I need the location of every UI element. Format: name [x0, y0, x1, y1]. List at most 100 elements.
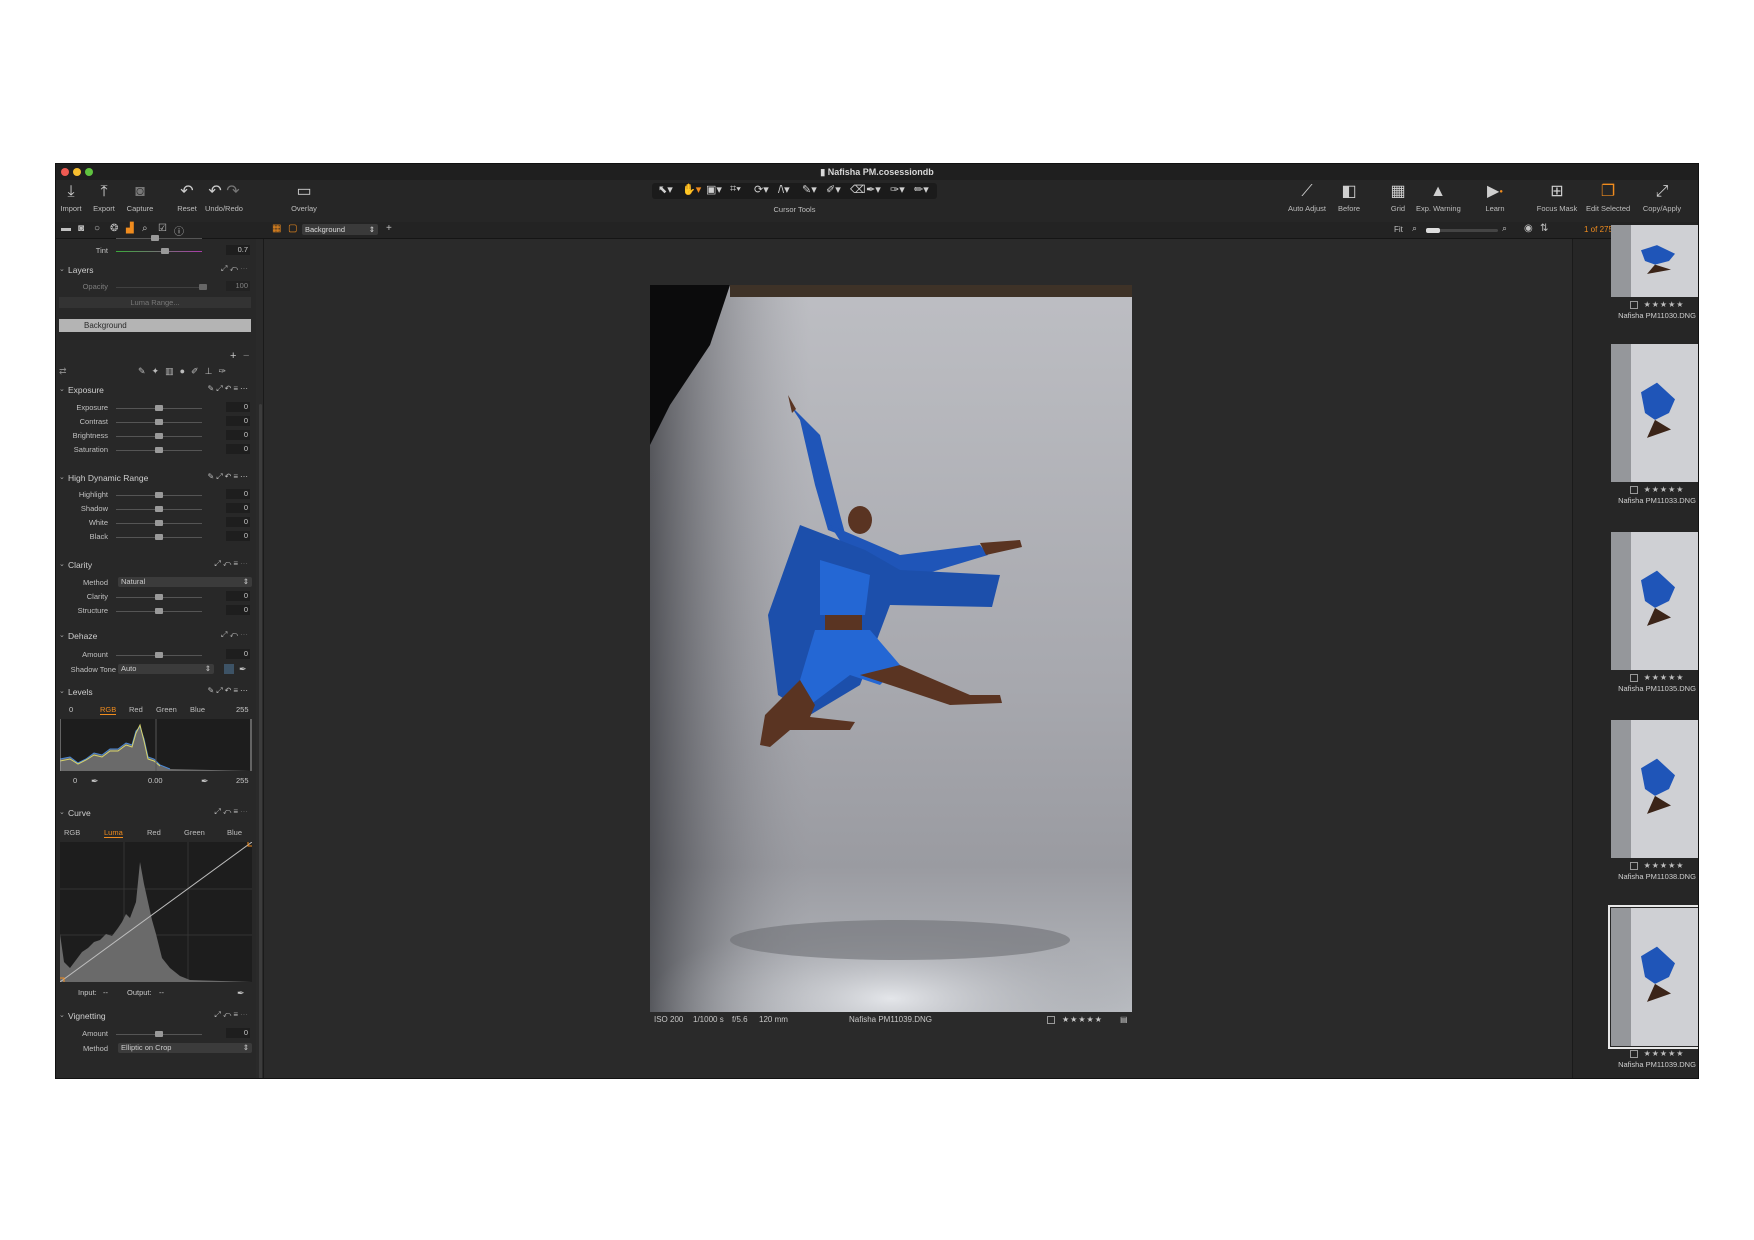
vignetting-header[interactable]: ⌄ Vignetting ⤢↶≡⋯ [56, 1010, 256, 1023]
thumbnail-image[interactable] [1611, 344, 1698, 482]
clarity-slider-value[interactable]: 0 [226, 605, 250, 615]
clarity-slider-value[interactable]: 0 [226, 591, 250, 601]
panel-actions-icon[interactable]: ⤢↶⋯ [221, 264, 250, 274]
levels-histogram[interactable] [59, 719, 252, 771]
undo-redo-button[interactable]: ↶ ↷ Undo/Redo [202, 182, 246, 213]
black-eyedropper-icon[interactable]: ✒ [91, 776, 99, 787]
thumbnail-rating[interactable]: ★★★★★ [1611, 1049, 1698, 1058]
thumbnail-checkbox[interactable] [1629, 300, 1638, 309]
clone-icon[interactable]: ⊥ [205, 366, 219, 376]
hdr-slider-value[interactable]: 0 [226, 531, 250, 541]
hdr-slider-value[interactable]: 0 [226, 503, 250, 513]
color-tag-icon[interactable]: ▤ [1120, 1015, 1128, 1024]
thumbnail-rating[interactable]: ★★★★★ [1611, 300, 1698, 309]
color-picker-icon[interactable]: ✑▾ [890, 183, 905, 196]
levels-midpoint[interactable]: 0.00 [148, 776, 163, 785]
grid-button[interactable]: ▦ Grid [1376, 182, 1420, 213]
keystone-icon[interactable]: /\▾ [778, 183, 790, 196]
curve-graph[interactable] [58, 840, 254, 984]
linear-gradient-icon[interactable]: ▥ [165, 366, 180, 376]
exposure-warning-button[interactable]: ▲ Exp. Warning [1416, 182, 1461, 213]
slider-knob[interactable] [155, 433, 163, 439]
panel-actions-icon[interactable]: ⤢↶≡⋯ [214, 1010, 250, 1020]
exposure-slider-value[interactable]: 0 [226, 430, 250, 440]
single-view-icon[interactable]: ▢ [288, 223, 297, 234]
exposure-header[interactable]: ⌄ Exposure ✎⤢↶≡⋯ [56, 384, 256, 397]
annotate-icon[interactable]: ✏▾ [914, 183, 929, 196]
magic-brush-icon[interactable]: ✦ [152, 366, 166, 376]
radial-gradient-icon[interactable]: ● [180, 366, 191, 376]
slider-knob[interactable] [155, 492, 163, 498]
panel-actions-icon[interactable]: ✎⤢↶≡⋯ [208, 686, 250, 696]
multi-view-icon[interactable]: ▦ [272, 223, 281, 234]
edit-selected-button[interactable]: ❐ Edit Selected [1586, 182, 1630, 213]
slider-knob[interactable] [155, 405, 163, 411]
vignetting-amount-value[interactable]: 0 [226, 1028, 250, 1038]
focus-mask-button[interactable]: ⊞ Focus Mask [1535, 182, 1579, 213]
dehaze-header[interactable]: ⌄ Dehaze ⤢↶⋯ [56, 630, 256, 643]
thumbnail-image[interactable] [1608, 905, 1698, 1049]
slider-knob[interactable] [155, 447, 163, 453]
layer-options-icon[interactable]: ⇄ [59, 366, 67, 377]
select-cursor-icon[interactable]: ⬉▾ [658, 183, 673, 196]
learn-button[interactable]: ▶● Learn [1473, 182, 1517, 213]
panel-actions-icon[interactable]: ⤢↶≡⋯ [214, 807, 250, 817]
levels-tab-red[interactable]: Red [129, 705, 143, 714]
capture-button[interactable]: ◙ Capture [118, 182, 162, 213]
crop-icon[interactable]: ⌗▾ [730, 183, 741, 196]
levels-output-high[interactable]: 255 [236, 776, 249, 785]
slider-knob[interactable] [155, 419, 163, 425]
levels-input-high[interactable]: 255 [236, 705, 249, 714]
shadow-tone-select[interactable]: Auto ⇕ [118, 664, 214, 674]
dehaze-amount-knob[interactable] [155, 652, 163, 658]
levels-tab-green[interactable]: Green [156, 705, 177, 714]
opacity-value[interactable]: 100 [226, 281, 250, 291]
hdr-header[interactable]: ⌄ High Dynamic Range ✎⤢↶≡⋯ [56, 472, 256, 485]
curve-tab-rgb[interactable]: RGB [64, 828, 80, 837]
thumbnail[interactable]: ★★★★★ Nafisha PM11039.DNG [1608, 905, 1698, 1069]
slider-knob[interactable] [151, 235, 159, 241]
clarity-method-select[interactable]: Natural ⇕ [118, 577, 252, 587]
hdr-slider-value[interactable]: 0 [226, 489, 250, 499]
erase-icon[interactable]: ⌫ [850, 183, 866, 196]
zoom-slider[interactable] [1426, 228, 1498, 233]
draw-mask-icon[interactable]: ✑ [218, 366, 232, 376]
before-button[interactable]: ◧ Before [1327, 182, 1371, 213]
thumbnail-rating[interactable]: ★★★★★ [1611, 861, 1698, 870]
copy-apply-button[interactable]: ⤢ Copy/Apply [1640, 182, 1684, 213]
add-layer-icon[interactable]: + [386, 223, 392, 234]
white-eyedropper-icon[interactable]: ✒ [201, 776, 209, 787]
eraser-icon[interactable]: ✐ [191, 366, 205, 376]
levels-tab-rgb[interactable]: RGB [100, 705, 117, 715]
zoom-in-icon[interactable]: ⌕ [1502, 223, 1507, 234]
slider-knob[interactable] [155, 520, 163, 526]
loupe-icon[interactable]: ▣▾ [706, 183, 722, 196]
panel-actions-icon[interactable]: ⤢↶⋯ [221, 630, 250, 640]
slider-knob[interactable] [155, 506, 163, 512]
spot-removal-icon[interactable]: ✎▾ [802, 183, 817, 196]
thumbnail[interactable]: ★★★★★ Nafisha PM11035.DNG [1611, 532, 1698, 693]
thumbnail[interactable]: ★★★★★ Nafisha PM11030.DNG [1611, 225, 1698, 320]
exposure-slider-value[interactable]: 0 [226, 402, 250, 412]
overlay-button[interactable]: ▭ Overlay [282, 182, 326, 213]
brush-mask-icon[interactable]: ✎ [138, 366, 152, 376]
thumbnail-checkbox[interactable] [1629, 861, 1638, 870]
brush-icon[interactable]: ✐▾ [826, 183, 841, 196]
dehaze-amount-value[interactable]: 0 [226, 649, 250, 659]
tools-panel-scrollbar[interactable] [259, 404, 262, 1078]
sort-icon[interactable]: ⇅ [1540, 223, 1548, 234]
curve-tab-luma[interactable]: Luma [104, 828, 123, 838]
panel-actions-icon[interactable]: ⤢↶≡⋯ [214, 559, 250, 569]
add-layer-button[interactable]: + [230, 350, 236, 362]
clarity-header[interactable]: ⌄ Clarity ⤢↶≡⋯ [56, 559, 256, 572]
shadow-tone-swatch[interactable] [224, 664, 234, 674]
thumbnail-image[interactable] [1611, 532, 1698, 670]
luma-range-button[interactable]: Luma Range... [59, 297, 251, 308]
thumbnail-image[interactable] [1611, 720, 1698, 858]
slider-knob[interactable] [155, 608, 163, 614]
picker-icon[interactable]: ✒▾ [866, 183, 881, 196]
layer-selector[interactable]: Background ⇕ [302, 224, 378, 235]
zoom-slider-knob[interactable] [1426, 228, 1440, 233]
levels-output-low[interactable]: 0 [73, 776, 77, 785]
rotate-icon[interactable]: ⟳▾ [754, 183, 769, 196]
